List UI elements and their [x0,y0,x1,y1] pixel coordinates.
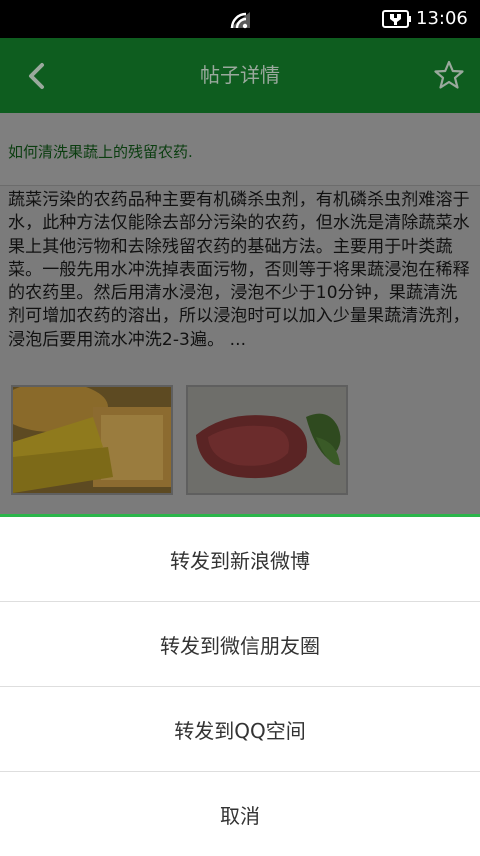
post-body: 蔬菜污染的农药品种主要有机磷杀虫剂，有机磷杀虫剂难溶于水，此种方法仅能除去部分污… [8,190,470,350]
share-sheet: 转发到新浪微博 转发到微信朋友圈 转发到QQ空间 取消 [0,514,480,854]
cancel-button[interactable]: 取消 [0,772,480,856]
bread-and-cheese-image[interactable] [11,385,173,495]
wifi-icon [230,12,250,29]
app-bar: 帖子详情 [0,38,480,113]
post-title: 如何清洗果蔬上的残留农药. [8,143,193,161]
raw-steak-image[interactable] [186,385,348,495]
status-bar: 13:06 [0,0,480,38]
share-qzone-button[interactable]: 转发到QQ空间 [0,687,480,771]
share-wechat-moments-button[interactable]: 转发到微信朋友圈 [0,602,480,686]
clock: 13:06 [416,8,468,29]
post-content: 如何清洗果蔬上的残留农药. 蔬菜污染的农药品种主要有机磷杀虫剂，有机磷杀虫剂难溶… [0,113,480,514]
share-sina-weibo-button[interactable]: 转发到新浪微博 [0,517,480,601]
post-title-bar: 如何清洗果蔬上的残留农药. [0,113,480,186]
star-outline-icon[interactable] [434,60,464,90]
battery-charging-icon [382,10,411,28]
page-title: 帖子详情 [200,63,280,87]
